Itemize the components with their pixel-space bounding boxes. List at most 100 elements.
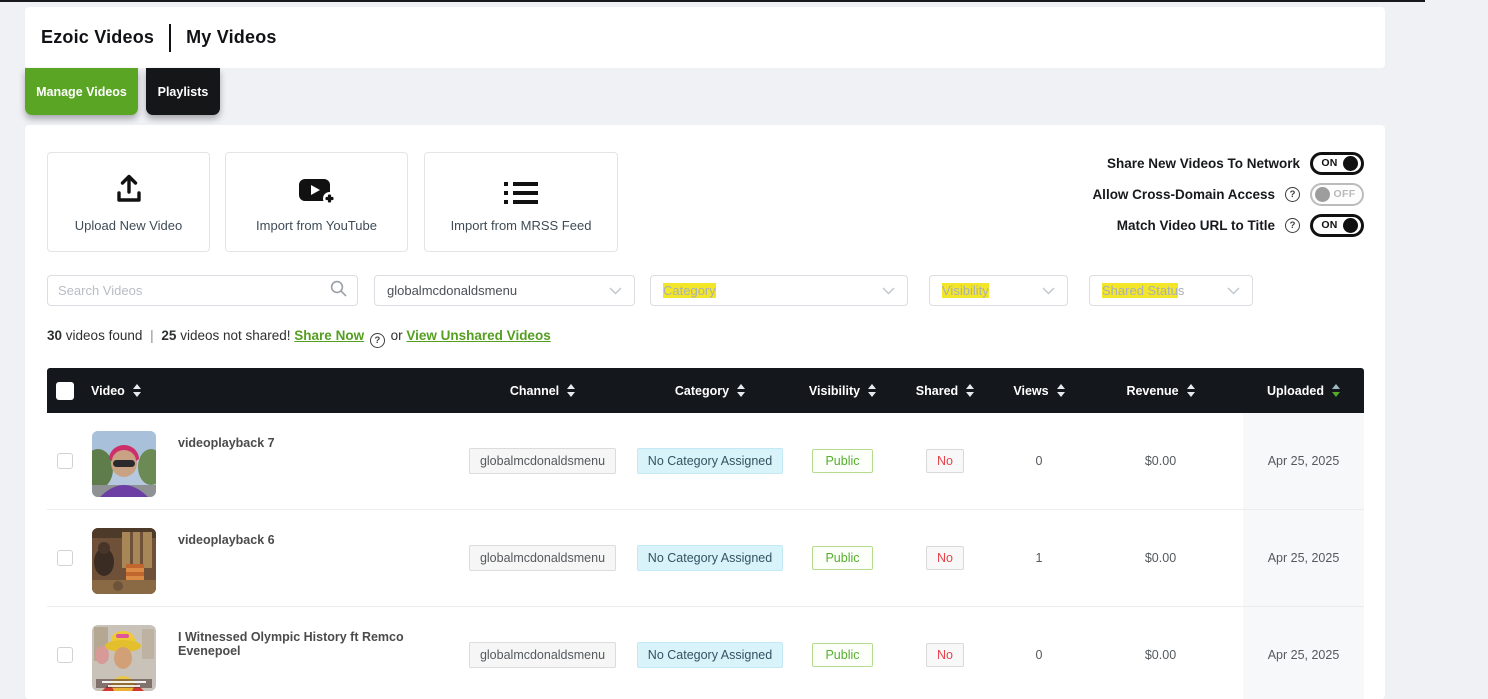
sort-icon[interactable] bbox=[737, 384, 745, 397]
search-box bbox=[47, 275, 358, 306]
column-header-shared[interactable]: Shared bbox=[890, 368, 1000, 413]
shared-cell: No bbox=[890, 607, 1000, 699]
channel-dropdown[interactable]: globalmcdonaldsmenu bbox=[374, 275, 635, 306]
column-header-visibility[interactable]: Visibility bbox=[795, 368, 890, 413]
cross-domain-row: Allow Cross-Domain Access OFF bbox=[1092, 183, 1364, 205]
table-row: videoplayback 7 globalmcdonaldsmenu No C… bbox=[47, 413, 1364, 510]
sort-icon[interactable] bbox=[1057, 384, 1065, 397]
visibility-chip: Public bbox=[812, 546, 872, 570]
cross-domain-toggle[interactable]: OFF bbox=[1310, 183, 1364, 206]
videos-unshared-count: 25 bbox=[161, 328, 176, 343]
row-checkbox-cell bbox=[47, 607, 83, 699]
search-icon[interactable] bbox=[330, 280, 347, 302]
share-now-link[interactable]: Share Now bbox=[294, 328, 364, 343]
chevron-down-icon bbox=[609, 283, 622, 298]
cross-domain-toggle-state: OFF bbox=[1330, 188, 1359, 200]
table-header-row: Video Channel Category Visibility Shared bbox=[47, 368, 1364, 413]
shared-status-placeholder-highlighted: Shared Statu bbox=[1102, 283, 1178, 298]
uploaded-cell: Apr 25, 2025 bbox=[1243, 607, 1364, 699]
uploaded-cell: Apr 25, 2025 bbox=[1243, 510, 1364, 606]
sort-icon[interactable] bbox=[966, 384, 974, 397]
row-checkbox[interactable] bbox=[57, 453, 73, 469]
or-label: or bbox=[391, 328, 403, 343]
sort-icon[interactable] bbox=[868, 384, 876, 397]
header-bar: Ezoic Videos My Videos bbox=[25, 7, 1385, 68]
category-cell: No Category Assigned bbox=[625, 510, 795, 606]
video-cell: videoplayback 6 bbox=[83, 510, 460, 606]
visibility-dropdown[interactable]: Visibility bbox=[929, 275, 1068, 306]
page-title: My Videos bbox=[186, 27, 277, 48]
select-all-checkbox[interactable] bbox=[56, 382, 74, 400]
column-header-category[interactable]: Category bbox=[625, 368, 795, 413]
category-dropdown[interactable]: Category bbox=[650, 275, 908, 306]
visibility-chip: Public bbox=[812, 449, 872, 473]
toggle-knob bbox=[1343, 218, 1358, 233]
shared-cell: No bbox=[890, 510, 1000, 606]
row-checkbox[interactable] bbox=[57, 550, 73, 566]
upload-icon bbox=[112, 172, 146, 206]
share-network-toggle-state: ON bbox=[1316, 157, 1343, 169]
video-title: videoplayback 7 bbox=[178, 436, 275, 450]
shared-chip: No bbox=[926, 449, 964, 473]
column-header-channel[interactable]: Channel bbox=[460, 368, 625, 413]
video-title: videoplayback 6 bbox=[178, 533, 275, 547]
video-thumbnail-cafe[interactable] bbox=[92, 528, 156, 594]
tab-playlists[interactable]: Playlists bbox=[146, 68, 220, 115]
category-cell: No Category Assigned bbox=[625, 607, 795, 699]
videos-found-label: videos found bbox=[66, 328, 143, 343]
results-status-line: 30 videos found | 25 videos not shared! … bbox=[47, 328, 551, 348]
filter-bar: globalmcdonaldsmenu Category Visibility bbox=[25, 275, 1385, 306]
row-checkbox[interactable] bbox=[57, 647, 73, 663]
column-header-video[interactable]: Video bbox=[83, 368, 460, 413]
channel-cell: globalmcdonaldsmenu bbox=[460, 510, 625, 606]
column-header-uploaded[interactable]: Uploaded bbox=[1243, 368, 1364, 413]
upload-new-video-button[interactable]: Upload New Video bbox=[47, 152, 210, 252]
share-now-help-icon[interactable] bbox=[370, 333, 385, 348]
table-row: I Witnessed Olympic History ft Remco Eve… bbox=[47, 607, 1364, 699]
content-card: Upload New Video Import from YouTube bbox=[25, 125, 1385, 699]
import-from-youtube-button[interactable]: Import from YouTube bbox=[225, 152, 408, 252]
app-title: Ezoic Videos bbox=[41, 27, 154, 48]
revenue-cell: $0.00 bbox=[1078, 413, 1243, 509]
column-header-revenue[interactable]: Revenue bbox=[1078, 368, 1243, 413]
sort-icon[interactable] bbox=[567, 384, 575, 397]
match-url-help-icon[interactable] bbox=[1285, 218, 1300, 233]
video-thumbnail-cyclist[interactable] bbox=[92, 431, 156, 497]
match-url-toggle-state: ON bbox=[1316, 219, 1343, 231]
chevron-down-icon bbox=[1227, 283, 1240, 298]
category-cell: No Category Assigned bbox=[625, 413, 795, 509]
video-thumbnail-olympic[interactable] bbox=[92, 625, 156, 691]
select-all-checkbox-cell bbox=[47, 368, 83, 413]
visibility-cell: Public bbox=[795, 413, 890, 509]
share-network-toggle[interactable]: ON bbox=[1310, 152, 1364, 175]
view-unshared-videos-link[interactable]: View Unshared Videos bbox=[406, 328, 550, 343]
sort-icon[interactable] bbox=[1187, 384, 1195, 397]
sort-icon[interactable] bbox=[133, 384, 141, 397]
views-cell: 0 bbox=[1000, 607, 1078, 699]
channel-chip: globalmcdonaldsmenu bbox=[469, 545, 616, 571]
channel-cell: globalmcdonaldsmenu bbox=[460, 413, 625, 509]
shared-status-dropdown[interactable]: Shared Status bbox=[1089, 275, 1253, 306]
column-header-revenue-label: Revenue bbox=[1126, 384, 1178, 398]
column-header-video-label: Video bbox=[91, 384, 125, 398]
revenue-cell: $0.00 bbox=[1078, 607, 1243, 699]
videos-table: Video Channel Category Visibility Shared bbox=[47, 368, 1364, 699]
videos-found-count: 30 bbox=[47, 328, 62, 343]
row-checkbox-cell bbox=[47, 413, 83, 509]
import-from-mrss-button[interactable]: Import from MRSS Feed bbox=[424, 152, 618, 252]
tab-manage-videos-label: Manage Videos bbox=[36, 85, 127, 99]
channel-cell: globalmcdonaldsmenu bbox=[460, 607, 625, 699]
column-header-views[interactable]: Views bbox=[1000, 368, 1078, 413]
cross-domain-help-icon[interactable] bbox=[1285, 187, 1300, 202]
category-chip: No Category Assigned bbox=[637, 545, 783, 571]
column-header-shared-label: Shared bbox=[916, 384, 958, 398]
tab-manage-videos[interactable]: Manage Videos bbox=[25, 68, 138, 115]
sort-icon-active-desc[interactable] bbox=[1332, 384, 1340, 397]
title-divider bbox=[169, 24, 171, 52]
search-input[interactable] bbox=[58, 283, 330, 298]
match-url-row: Match Video URL to Title ON bbox=[1092, 214, 1364, 236]
visibility-cell: Public bbox=[795, 510, 890, 606]
status-divider: | bbox=[150, 328, 154, 343]
match-url-toggle[interactable]: ON bbox=[1310, 214, 1364, 237]
category-chip: No Category Assigned bbox=[637, 448, 783, 474]
